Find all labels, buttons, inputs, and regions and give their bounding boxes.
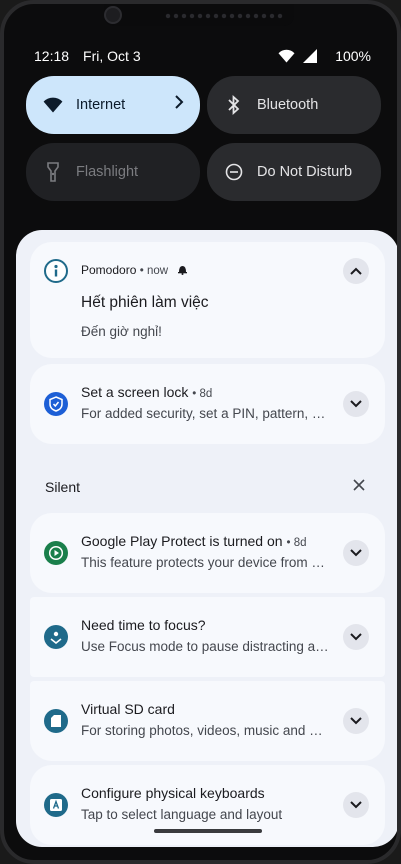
tile-do-not-disturb[interactable]: Do Not Disturb	[207, 143, 381, 201]
notification-title: Need time to focus?	[81, 617, 206, 633]
tile-internet[interactable]: Internet	[26, 76, 200, 134]
notification-header: Set a screen lock • 8d	[81, 384, 213, 400]
notification-focus-mode[interactable]: Need time to focus? Use Focus mode to pa…	[30, 597, 385, 677]
alarm-icon	[177, 264, 188, 278]
expand-button[interactable]	[343, 708, 369, 734]
notification-time: now	[146, 265, 169, 277]
notification-body: This feature protects your device from h…	[81, 555, 331, 570]
notification-screen-lock[interactable]: Set a screen lock • 8d For added securit…	[30, 364, 385, 444]
do-not-disturb-icon	[223, 161, 245, 183]
tile-label: Do Not Disturb	[257, 164, 353, 180]
keyboard-icon	[44, 793, 68, 817]
notification-body: For storing photos, videos, music and mo…	[81, 723, 331, 738]
status-date: Fri, Oct 3	[83, 48, 141, 64]
bluetooth-icon	[223, 94, 245, 116]
tile-flashlight[interactable]: Flashlight	[26, 143, 200, 201]
notification-title: Hết phiên làm việc	[81, 294, 209, 311]
status-bar: 12:18 Fri, Oct 3 100%	[34, 44, 371, 68]
notification-body: For added security, set a PIN, pattern, …	[81, 406, 331, 421]
notification-header: Google Play Protect is turned on • 8d	[81, 533, 307, 549]
notification-title: Set a screen lock	[81, 384, 189, 400]
tile-bluetooth[interactable]: Bluetooth	[207, 76, 381, 134]
expand-button[interactable]	[343, 792, 369, 818]
wifi-icon	[42, 94, 64, 116]
focus-icon	[44, 625, 68, 649]
info-icon	[44, 259, 68, 283]
notification-body: Đến giờ nghỉ!	[81, 324, 162, 339]
notification-title: Google Play Protect is turned on	[81, 533, 283, 549]
notification-shade: Pomodoro • now Hết phiên làm việc Đến gi…	[16, 230, 397, 847]
expand-button[interactable]	[343, 540, 369, 566]
chevron-right-icon	[174, 95, 184, 113]
notification-time: 8d	[199, 388, 213, 400]
expand-button[interactable]	[343, 391, 369, 417]
notification-play-protect[interactable]: Google Play Protect is turned on • 8d Th…	[30, 513, 385, 593]
tile-label: Bluetooth	[257, 97, 319, 113]
notification-pomodoro[interactable]: Pomodoro • now Hết phiên làm việc Đến gi…	[30, 242, 385, 358]
notification-title: Virtual SD card	[81, 701, 175, 717]
notification-body: Tap to select language and layout	[81, 807, 283, 822]
notification-header: Pomodoro • now	[81, 263, 188, 278]
notification-virtual-sd[interactable]: Virtual SD card For storing photos, vide…	[30, 681, 385, 761]
shield-icon	[44, 392, 68, 416]
sd-card-icon	[44, 709, 68, 733]
notification-body: Use Focus mode to pause distracting apps	[81, 639, 331, 654]
notification-title: Configure physical keyboards	[81, 785, 265, 801]
wifi-icon	[278, 49, 295, 63]
battery-level: 100%	[335, 48, 371, 64]
play-protect-icon	[44, 541, 68, 565]
section-label-silent: Silent	[45, 479, 81, 495]
app-name: Pomodoro	[81, 263, 137, 277]
collapse-button[interactable]	[343, 258, 369, 284]
camera-lens	[104, 6, 122, 24]
close-icon[interactable]	[353, 478, 365, 496]
tile-label: Internet	[76, 97, 126, 113]
speaker-grille	[164, 12, 284, 20]
gesture-handle[interactable]	[154, 829, 262, 833]
notification-physical-keyboards[interactable]: Configure physical keyboards Tap to sele…	[30, 765, 385, 845]
status-time: 12:18	[34, 48, 70, 64]
notification-time: 8d	[293, 537, 307, 549]
tile-label: Flashlight	[76, 164, 139, 180]
camera-cutout	[104, 4, 294, 26]
phone-frame: 12:18 Fri, Oct 3 100% Internet Bluetooth…	[0, 0, 401, 864]
flashlight-icon	[42, 161, 64, 183]
signal-icon	[303, 49, 318, 63]
expand-button[interactable]	[343, 624, 369, 650]
